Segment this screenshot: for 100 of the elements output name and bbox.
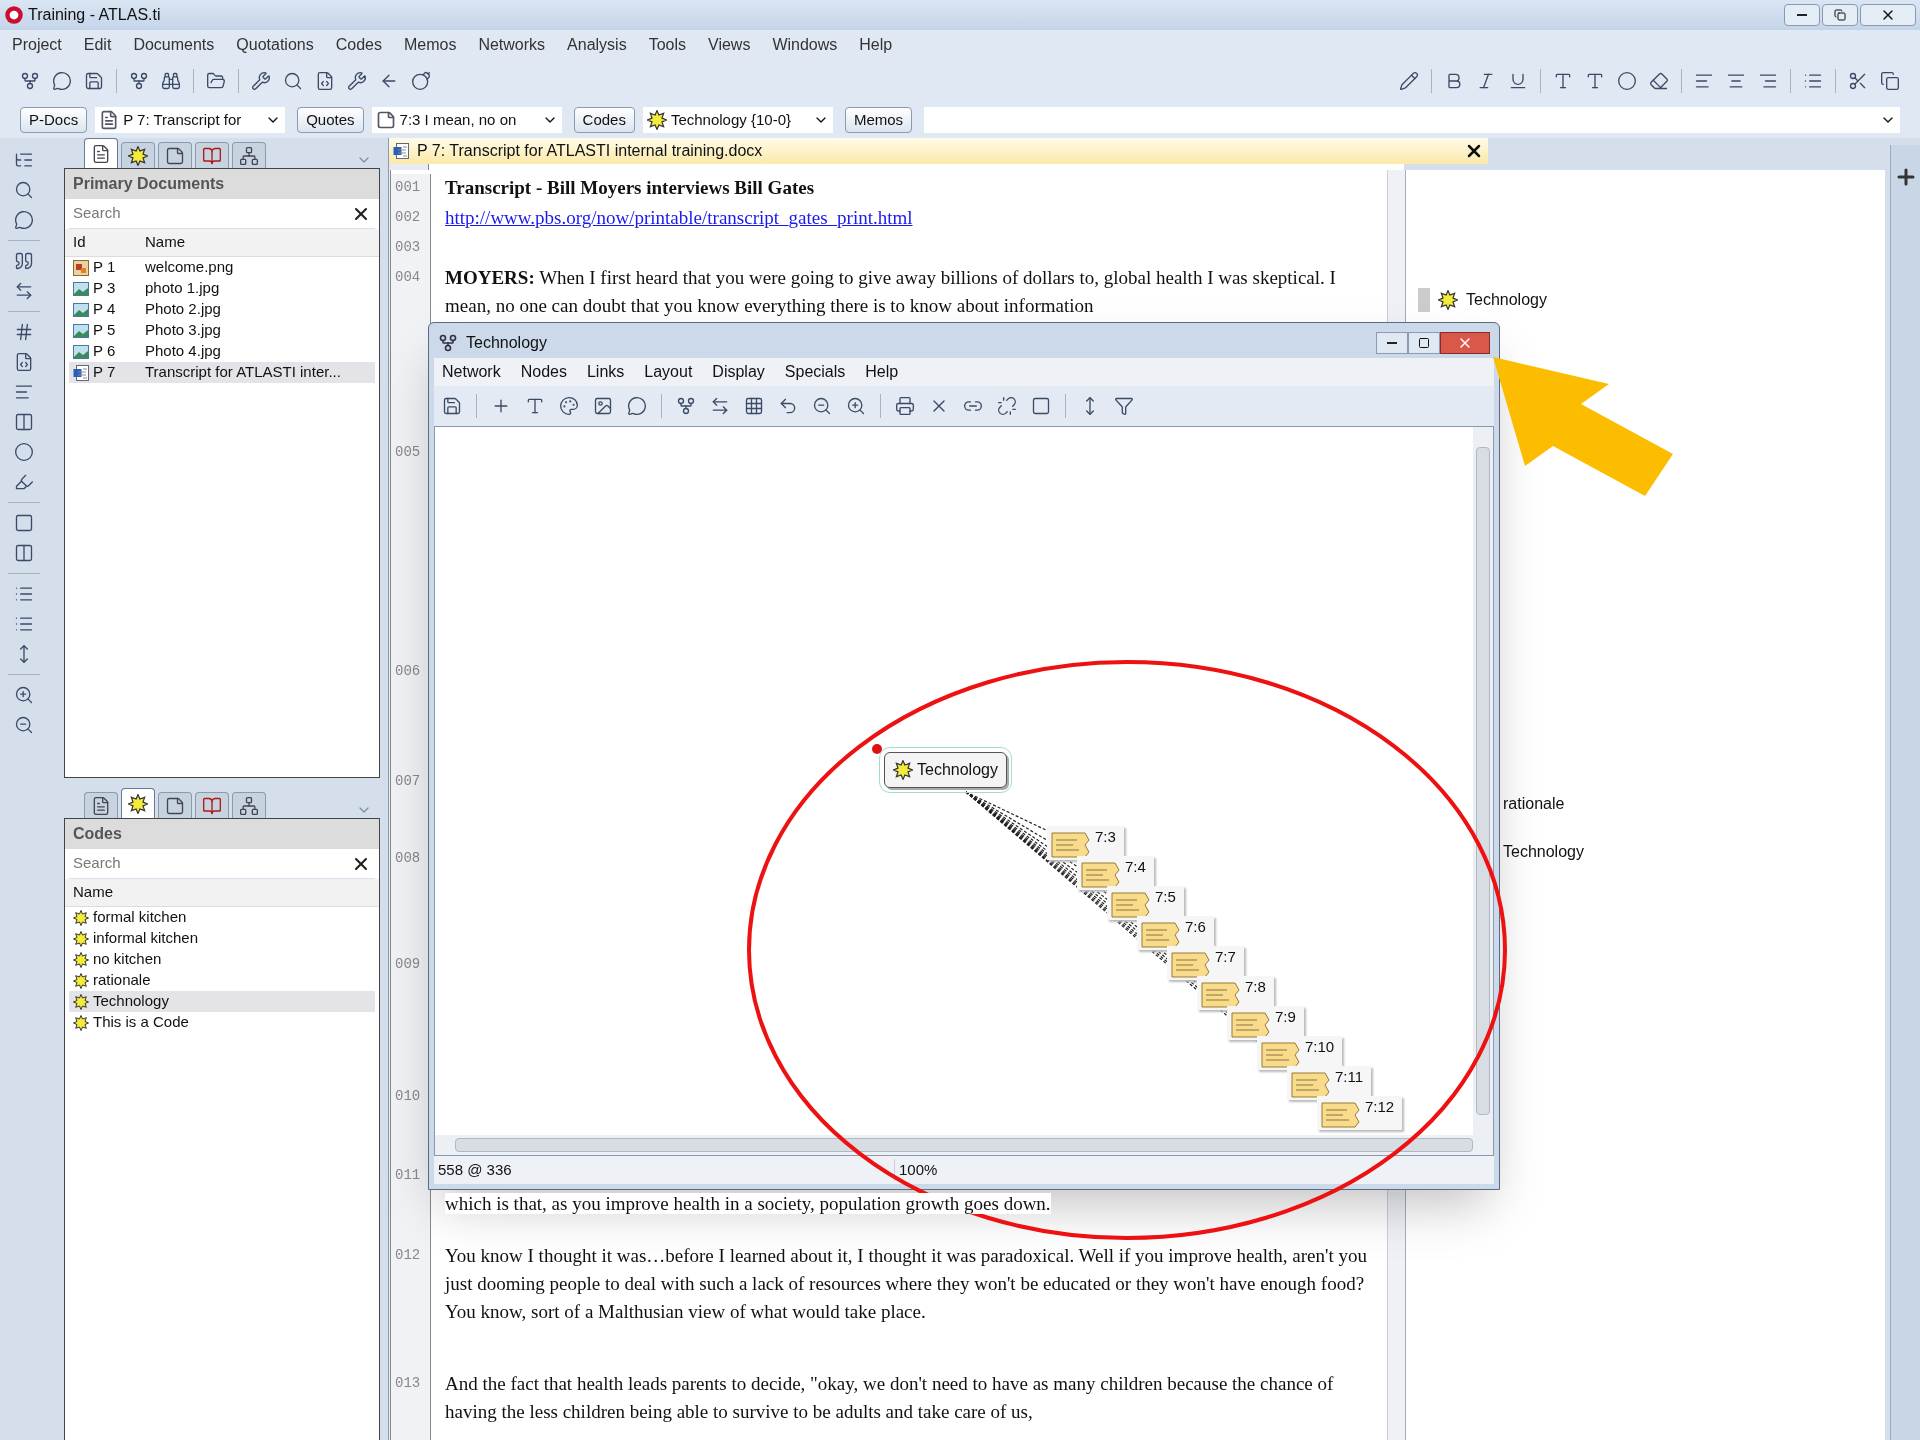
- menu-item[interactable]: Network: [442, 360, 501, 384]
- toolbar-icon[interactable]: [812, 396, 832, 416]
- manager-button[interactable]: Codes: [573, 107, 635, 133]
- code-row[interactable]: Technology: [69, 991, 375, 1012]
- toolbar-icon[interactable]: [593, 396, 613, 416]
- quotation-node[interactable]: 7:7: [1167, 946, 1244, 980]
- panel-tab[interactable]: [232, 792, 266, 818]
- document-row[interactable]: P 3 photo 1.jpg: [69, 278, 375, 299]
- toolbar-icon[interactable]: [161, 71, 181, 91]
- panel-tab[interactable]: [121, 142, 155, 168]
- toolbar-icon[interactable]: [1553, 71, 1573, 91]
- menu-item[interactable]: Edit: [83, 33, 112, 57]
- close-button[interactable]: [1440, 332, 1490, 354]
- search-field[interactable]: Search: [73, 202, 351, 225]
- toolbar-icon[interactable]: [778, 396, 798, 416]
- column-header[interactable]: Id: [65, 231, 141, 254]
- menu-item[interactable]: Layout: [644, 360, 693, 384]
- panel-tab[interactable]: [158, 792, 192, 818]
- menu-item[interactable]: Documents: [133, 33, 215, 57]
- toolbar-icon[interactable]: [895, 396, 915, 416]
- toolbar-icon[interactable]: [627, 396, 647, 416]
- column-header[interactable]: Name: [65, 881, 113, 904]
- toolbar-icon[interactable]: [997, 396, 1017, 416]
- toolbar-icon[interactable]: [1585, 71, 1605, 91]
- selector-dropdown[interactable]: 7:3 I mean, no on: [371, 107, 562, 133]
- quotation-node[interactable]: 7:11: [1287, 1066, 1372, 1100]
- menu-item[interactable]: Nodes: [520, 360, 567, 384]
- quotation-node[interactable]: 7:3: [1047, 826, 1124, 860]
- quotation-node[interactable]: 7:6: [1137, 916, 1214, 950]
- document-row[interactable]: P 5 Photo 3.jpg: [69, 320, 375, 341]
- toolbar-icon[interactable]: [315, 71, 335, 91]
- menu-item[interactable]: Help: [865, 360, 899, 384]
- document-row[interactable]: P 1 welcome.png: [69, 257, 375, 278]
- tool-icon[interactable]: [14, 180, 34, 200]
- tool-icon[interactable]: [14, 543, 34, 563]
- menu-item[interactable]: Tools: [648, 33, 686, 57]
- menu-item[interactable]: Links: [586, 360, 625, 384]
- code-row[interactable]: informal kitchen: [69, 928, 375, 949]
- tool-icon[interactable]: [14, 715, 34, 735]
- toolbar-icon[interactable]: [129, 71, 149, 91]
- code-row[interactable]: rationale: [69, 970, 375, 991]
- panel-tab[interactable]: [84, 138, 118, 168]
- toolbar-icon[interactable]: [1848, 71, 1868, 91]
- margin-code-label[interactable]: rationale: [1503, 792, 1565, 816]
- toolbar-icon[interactable]: [84, 71, 104, 91]
- toolbar-icon[interactable]: [846, 396, 866, 416]
- tool-icon[interactable]: [14, 442, 34, 462]
- menu-item[interactable]: Display: [712, 360, 765, 384]
- search-field[interactable]: Search: [73, 852, 351, 875]
- menu-item[interactable]: Networks: [478, 33, 546, 57]
- horizontal-scrollbar[interactable]: [435, 1135, 1493, 1155]
- menu-item[interactable]: Project: [12, 33, 62, 57]
- quotation-node[interactable]: 7:5: [1107, 886, 1184, 920]
- code-row[interactable]: formal kitchen: [69, 907, 375, 928]
- menu-item[interactable]: Specials: [784, 360, 846, 384]
- tool-icon[interactable]: [14, 281, 34, 301]
- minimize-button[interactable]: [1784, 4, 1820, 26]
- toolbar-icon[interactable]: [525, 396, 545, 416]
- code-row[interactable]: no kitchen: [69, 949, 375, 970]
- toolbar-icon[interactable]: [1880, 71, 1900, 91]
- vertical-scrollbar[interactable]: [1473, 427, 1493, 1135]
- margin-code-label[interactable]: Technology: [1466, 288, 1547, 312]
- panel-tab[interactable]: [121, 788, 155, 818]
- menu-item[interactable]: Analysis: [567, 33, 627, 57]
- panel-tab[interactable]: [232, 142, 266, 168]
- toolbar-icon[interactable]: [1649, 71, 1669, 91]
- toolbar-icon[interactable]: [251, 71, 271, 91]
- menu-item[interactable]: Memos: [403, 33, 457, 57]
- panel-tab[interactable]: [84, 792, 118, 818]
- tool-icon[interactable]: [14, 210, 34, 230]
- toolbar-icon[interactable]: [1399, 71, 1419, 91]
- manager-button[interactable]: Quotes: [297, 107, 364, 133]
- menu-item[interactable]: Views: [708, 33, 751, 57]
- menu-item[interactable]: Windows: [772, 33, 838, 57]
- menu-item[interactable]: Codes: [335, 33, 382, 57]
- toolbar-icon[interactable]: [1031, 396, 1051, 416]
- tool-icon[interactable]: [14, 472, 34, 492]
- toolbar-icon[interactable]: [442, 396, 462, 416]
- toolbar-icon[interactable]: [559, 396, 579, 416]
- tool-icon[interactable]: [14, 513, 34, 533]
- margin-code-label[interactable]: Technology: [1503, 840, 1584, 864]
- code-row[interactable]: This is a Code: [69, 1012, 375, 1033]
- quotation-node[interactable]: 7:12: [1317, 1096, 1403, 1130]
- toolbar-icon[interactable]: [347, 71, 367, 91]
- document-row[interactable]: P 6 Photo 4.jpg: [69, 341, 375, 362]
- manager-button[interactable]: P-Docs: [20, 107, 88, 133]
- column-header[interactable]: Name: [141, 231, 185, 254]
- toolbar-icon[interactable]: [52, 71, 72, 91]
- manager-button[interactable]: Memos: [844, 107, 913, 133]
- tool-icon[interactable]: [14, 322, 34, 342]
- selector-dropdown[interactable]: Technology {10-0}: [642, 107, 833, 133]
- document-row[interactable]: P 7 Transcript for ATLASTI inter...: [69, 362, 375, 383]
- document-row[interactable]: P 4 Photo 2.jpg: [69, 299, 375, 320]
- tool-icon[interactable]: [14, 352, 34, 372]
- close-button[interactable]: [1860, 4, 1916, 26]
- toolbar-icon[interactable]: [20, 71, 40, 91]
- menu-item[interactable]: Quotations: [236, 33, 314, 57]
- maximize-button[interactable]: [1408, 332, 1440, 354]
- panel-tab[interactable]: [158, 142, 192, 168]
- toolbar-icon[interactable]: [1114, 396, 1134, 416]
